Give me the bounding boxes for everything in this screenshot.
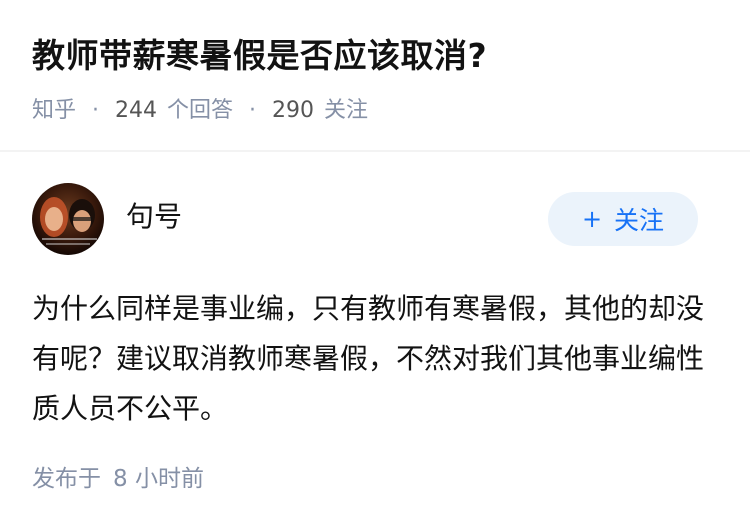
publish-time: 8 小时前 <box>113 466 204 492</box>
answer-count-label[interactable]: 个回答 <box>167 96 233 126</box>
avatar-image <box>32 183 104 255</box>
follower-count: 290 <box>272 98 315 123</box>
question-header: 教师带薪寒暑假是否应该取消? 知乎 · 244 个回答 · 290 关注 <box>32 30 718 126</box>
avatar[interactable] <box>32 183 104 255</box>
author-row: 句号 + 关注 <box>32 183 698 261</box>
publish-label: 发布于 <box>32 466 101 492</box>
answer-count: 244 <box>115 98 158 123</box>
answer-page: 教师带薪寒暑假是否应该取消? 知乎 · 244 个回答 · 290 关注 句号 … <box>0 0 750 530</box>
section-divider <box>0 150 750 152</box>
follow-button-label: 关注 <box>614 206 665 235</box>
answer-content[interactable]: 为什么同样是事业编，只有教师有寒暑假，其他的却没有呢？建议取消教师寒暑假，不然对… <box>32 284 712 434</box>
question-meta: 知乎 · 244 个回答 · 290 关注 <box>32 96 718 126</box>
plus-icon: + <box>581 205 603 233</box>
answer-time: 发布于 8 小时前 <box>32 462 204 496</box>
author-name[interactable]: 句号 <box>126 197 182 237</box>
follow-button[interactable]: + 关注 <box>548 192 698 246</box>
meta-separator: · <box>249 98 257 123</box>
meta-separator: · <box>92 98 100 123</box>
follower-count-label: 关注 <box>324 98 369 123</box>
question-title[interactable]: 教师带薪寒暑假是否应该取消? <box>32 30 718 82</box>
source-label[interactable]: 知乎 <box>32 96 76 126</box>
